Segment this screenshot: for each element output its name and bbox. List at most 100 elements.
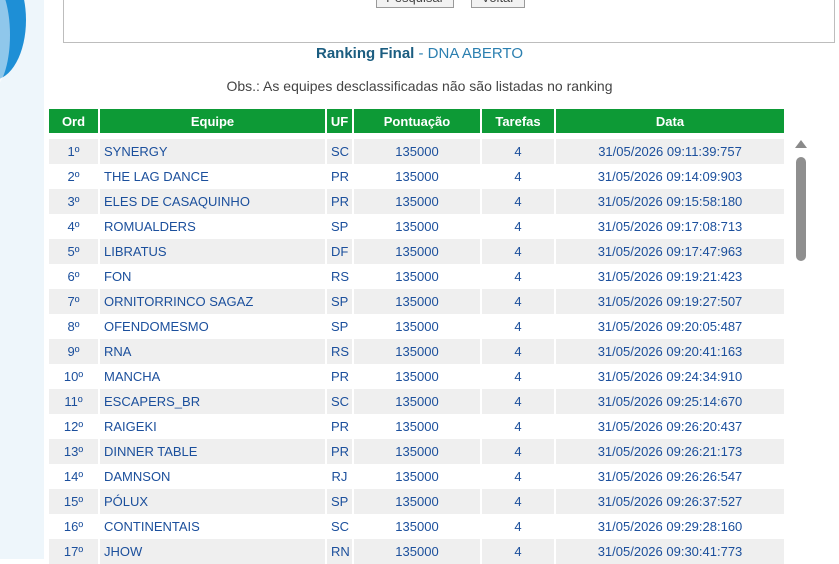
cell-ord: 1º bbox=[49, 139, 100, 164]
cell-score: 135000 bbox=[354, 289, 482, 314]
cell-ord: 10º bbox=[49, 364, 100, 389]
table-row[interactable]: 11º ESCAPERS_BR SC 135000 4 31/05/2026 09:25:… bbox=[49, 389, 784, 414]
cell-team[interactable]: JHOW bbox=[100, 539, 327, 564]
cell-date: 31/05/2026 09:30:41:773 bbox=[556, 539, 784, 564]
table-row[interactable]: 10º MANCHA PR 135000 4 31/05/2026 09:24:34:91… bbox=[49, 364, 784, 389]
disqualified-note: Obs.: As equipes desclassificadas não sã… bbox=[226, 78, 613, 94]
cell-date: 31/05/2026 09:26:20:437 bbox=[556, 414, 784, 439]
cell-tasks: 4 bbox=[482, 539, 556, 564]
search-button[interactable]: Pesquisar bbox=[376, 0, 454, 8]
cell-team[interactable]: CONTINENTAIS bbox=[100, 514, 327, 539]
cell-uf: SP bbox=[327, 314, 354, 339]
cell-team[interactable]: FON bbox=[100, 264, 327, 289]
table-row[interactable]: 9º RNA RS 135000 4 31/05/2026 09:20:41:163 bbox=[49, 339, 784, 364]
cell-date: 31/05/2026 09:29:28:160 bbox=[556, 514, 784, 539]
cell-date: 31/05/2026 09:26:37:527 bbox=[556, 489, 784, 514]
header-ord: Ord bbox=[49, 109, 100, 133]
cell-tasks: 4 bbox=[482, 389, 556, 414]
cell-date: 31/05/2026 09:17:47:963 bbox=[556, 239, 784, 264]
table-row[interactable]: 3º ELES DE CASAQUINHO PR 135000 4 31/05/2026 … bbox=[49, 189, 784, 214]
search-panel: Pesquisar Voltar bbox=[63, 0, 835, 43]
table-row[interactable]: 17º JHOW RN 135000 4 31/05/2026 09:30:41:773 bbox=[49, 539, 784, 564]
cell-team[interactable]: LIBRATUS bbox=[100, 239, 327, 264]
cell-tasks: 4 bbox=[482, 314, 556, 339]
cell-date: 31/05/2026 09:19:21:423 bbox=[556, 264, 784, 289]
cell-score: 135000 bbox=[354, 339, 482, 364]
cell-uf: DF bbox=[327, 239, 354, 264]
cell-uf: SC bbox=[327, 514, 354, 539]
cell-team[interactable]: ORNITORRINCO SAGAZ bbox=[100, 289, 327, 314]
cell-uf: PR bbox=[327, 439, 354, 464]
cell-team[interactable]: OFENDOMESMO bbox=[100, 314, 327, 339]
table-row[interactable]: 1º SYNERGY SC 135000 4 31/05/2026 09:11:39:75… bbox=[49, 139, 784, 164]
cell-team[interactable]: RNA bbox=[100, 339, 327, 364]
table-row[interactable]: 6º FON RS 135000 4 31/05/2026 09:19:21:423 bbox=[49, 264, 784, 289]
table-row[interactable]: 2º THE LAG DANCE PR 135000 4 31/05/2026 09:14… bbox=[49, 164, 784, 189]
cell-tasks: 4 bbox=[482, 464, 556, 489]
cell-team[interactable]: PÓLUX bbox=[100, 489, 327, 514]
ranking-subtitle: DNA ABERTO bbox=[427, 45, 523, 62]
cell-uf: RN bbox=[327, 539, 354, 564]
cell-ord: 16º bbox=[49, 514, 100, 539]
cell-score: 135000 bbox=[354, 189, 482, 214]
page-title: Ranking Final - DNA ABERTO bbox=[0, 45, 839, 62]
header-uf: UF bbox=[327, 109, 354, 133]
table-row[interactable]: 4º ROMUALDERS SP 135000 4 31/05/2026 09:17:08… bbox=[49, 214, 784, 239]
scroll-up-icon[interactable] bbox=[795, 140, 807, 148]
cell-score: 135000 bbox=[354, 414, 482, 439]
cell-ord: 9º bbox=[49, 339, 100, 364]
cell-team[interactable]: ESCAPERS_BR bbox=[100, 389, 327, 414]
cell-team[interactable]: DAMNSON bbox=[100, 464, 327, 489]
cell-uf: SC bbox=[327, 139, 354, 164]
cell-score: 135000 bbox=[354, 364, 482, 389]
cell-team[interactable]: MANCHA bbox=[100, 364, 327, 389]
cell-score: 135000 bbox=[354, 539, 482, 564]
cell-score: 135000 bbox=[354, 214, 482, 239]
table-row[interactable]: 13º DINNER TABLE PR 135000 4 31/05/2026 09:26… bbox=[49, 439, 784, 464]
cell-team[interactable]: SYNERGY bbox=[100, 139, 327, 164]
cell-uf: SP bbox=[327, 289, 354, 314]
cell-team[interactable]: DINNER TABLE bbox=[100, 439, 327, 464]
cell-uf: PR bbox=[327, 364, 354, 389]
table-row[interactable]: 12º RAIGEKI PR 135000 4 31/05/2026 09:26:20:4… bbox=[49, 414, 784, 439]
cell-date: 31/05/2026 09:26:21:173 bbox=[556, 439, 784, 464]
cell-ord: 15º bbox=[49, 489, 100, 514]
table-header-row: Ord Equipe UF Pontuação Tarefas Data bbox=[49, 109, 784, 133]
cell-ord: 5º bbox=[49, 239, 100, 264]
cell-team[interactable]: ROMUALDERS bbox=[100, 214, 327, 239]
cell-team[interactable]: THE LAG DANCE bbox=[100, 164, 327, 189]
cell-score: 135000 bbox=[354, 239, 482, 264]
cell-date: 31/05/2026 09:25:14:670 bbox=[556, 389, 784, 414]
cell-tasks: 4 bbox=[482, 189, 556, 214]
cell-date: 31/05/2026 09:20:05:487 bbox=[556, 314, 784, 339]
cell-tasks: 4 bbox=[482, 139, 556, 164]
table-row[interactable]: 8º OFENDOMESMO SP 135000 4 31/05/2026 09:20:0… bbox=[49, 314, 784, 339]
header-tasks: Tarefas bbox=[482, 109, 556, 133]
header-date: Data bbox=[556, 109, 784, 133]
cell-uf: PR bbox=[327, 189, 354, 214]
cell-score: 135000 bbox=[354, 264, 482, 289]
cell-tasks: 4 bbox=[482, 514, 556, 539]
scrollbar-thumb[interactable] bbox=[796, 157, 806, 261]
cell-team[interactable]: RAIGEKI bbox=[100, 414, 327, 439]
cell-tasks: 4 bbox=[482, 239, 556, 264]
table-row[interactable]: 7º ORNITORRINCO SAGAZ SP 135000 4 31/05/2026 … bbox=[49, 289, 784, 314]
table-row[interactable]: 15º PÓLUX SP 135000 4 31/05/2026 09:26:37:527 bbox=[49, 489, 784, 514]
cell-score: 135000 bbox=[354, 439, 482, 464]
cell-team[interactable]: ELES DE CASAQUINHO bbox=[100, 189, 327, 214]
cell-tasks: 4 bbox=[482, 364, 556, 389]
cell-ord: 4º bbox=[49, 214, 100, 239]
cell-date: 31/05/2026 09:19:27:507 bbox=[556, 289, 784, 314]
cell-uf: RJ bbox=[327, 464, 354, 489]
table-row[interactable]: 5º LIBRATUS DF 135000 4 31/05/2026 09:17:47:9… bbox=[49, 239, 784, 264]
back-button[interactable]: Voltar bbox=[471, 0, 525, 8]
header-score: Pontuação bbox=[354, 109, 482, 133]
cell-score: 135000 bbox=[354, 314, 482, 339]
table-row[interactable]: 16º CONTINENTAIS SC 135000 4 31/05/2026 09:29… bbox=[49, 514, 784, 539]
cell-ord: 17º bbox=[49, 539, 100, 564]
table-row[interactable]: 14º DAMNSON RJ 135000 4 31/05/2026 09:26:26:5… bbox=[49, 464, 784, 489]
cell-uf: SC bbox=[327, 389, 354, 414]
cell-date: 31/05/2026 09:20:41:163 bbox=[556, 339, 784, 364]
cell-tasks: 4 bbox=[482, 439, 556, 464]
cell-score: 135000 bbox=[354, 464, 482, 489]
